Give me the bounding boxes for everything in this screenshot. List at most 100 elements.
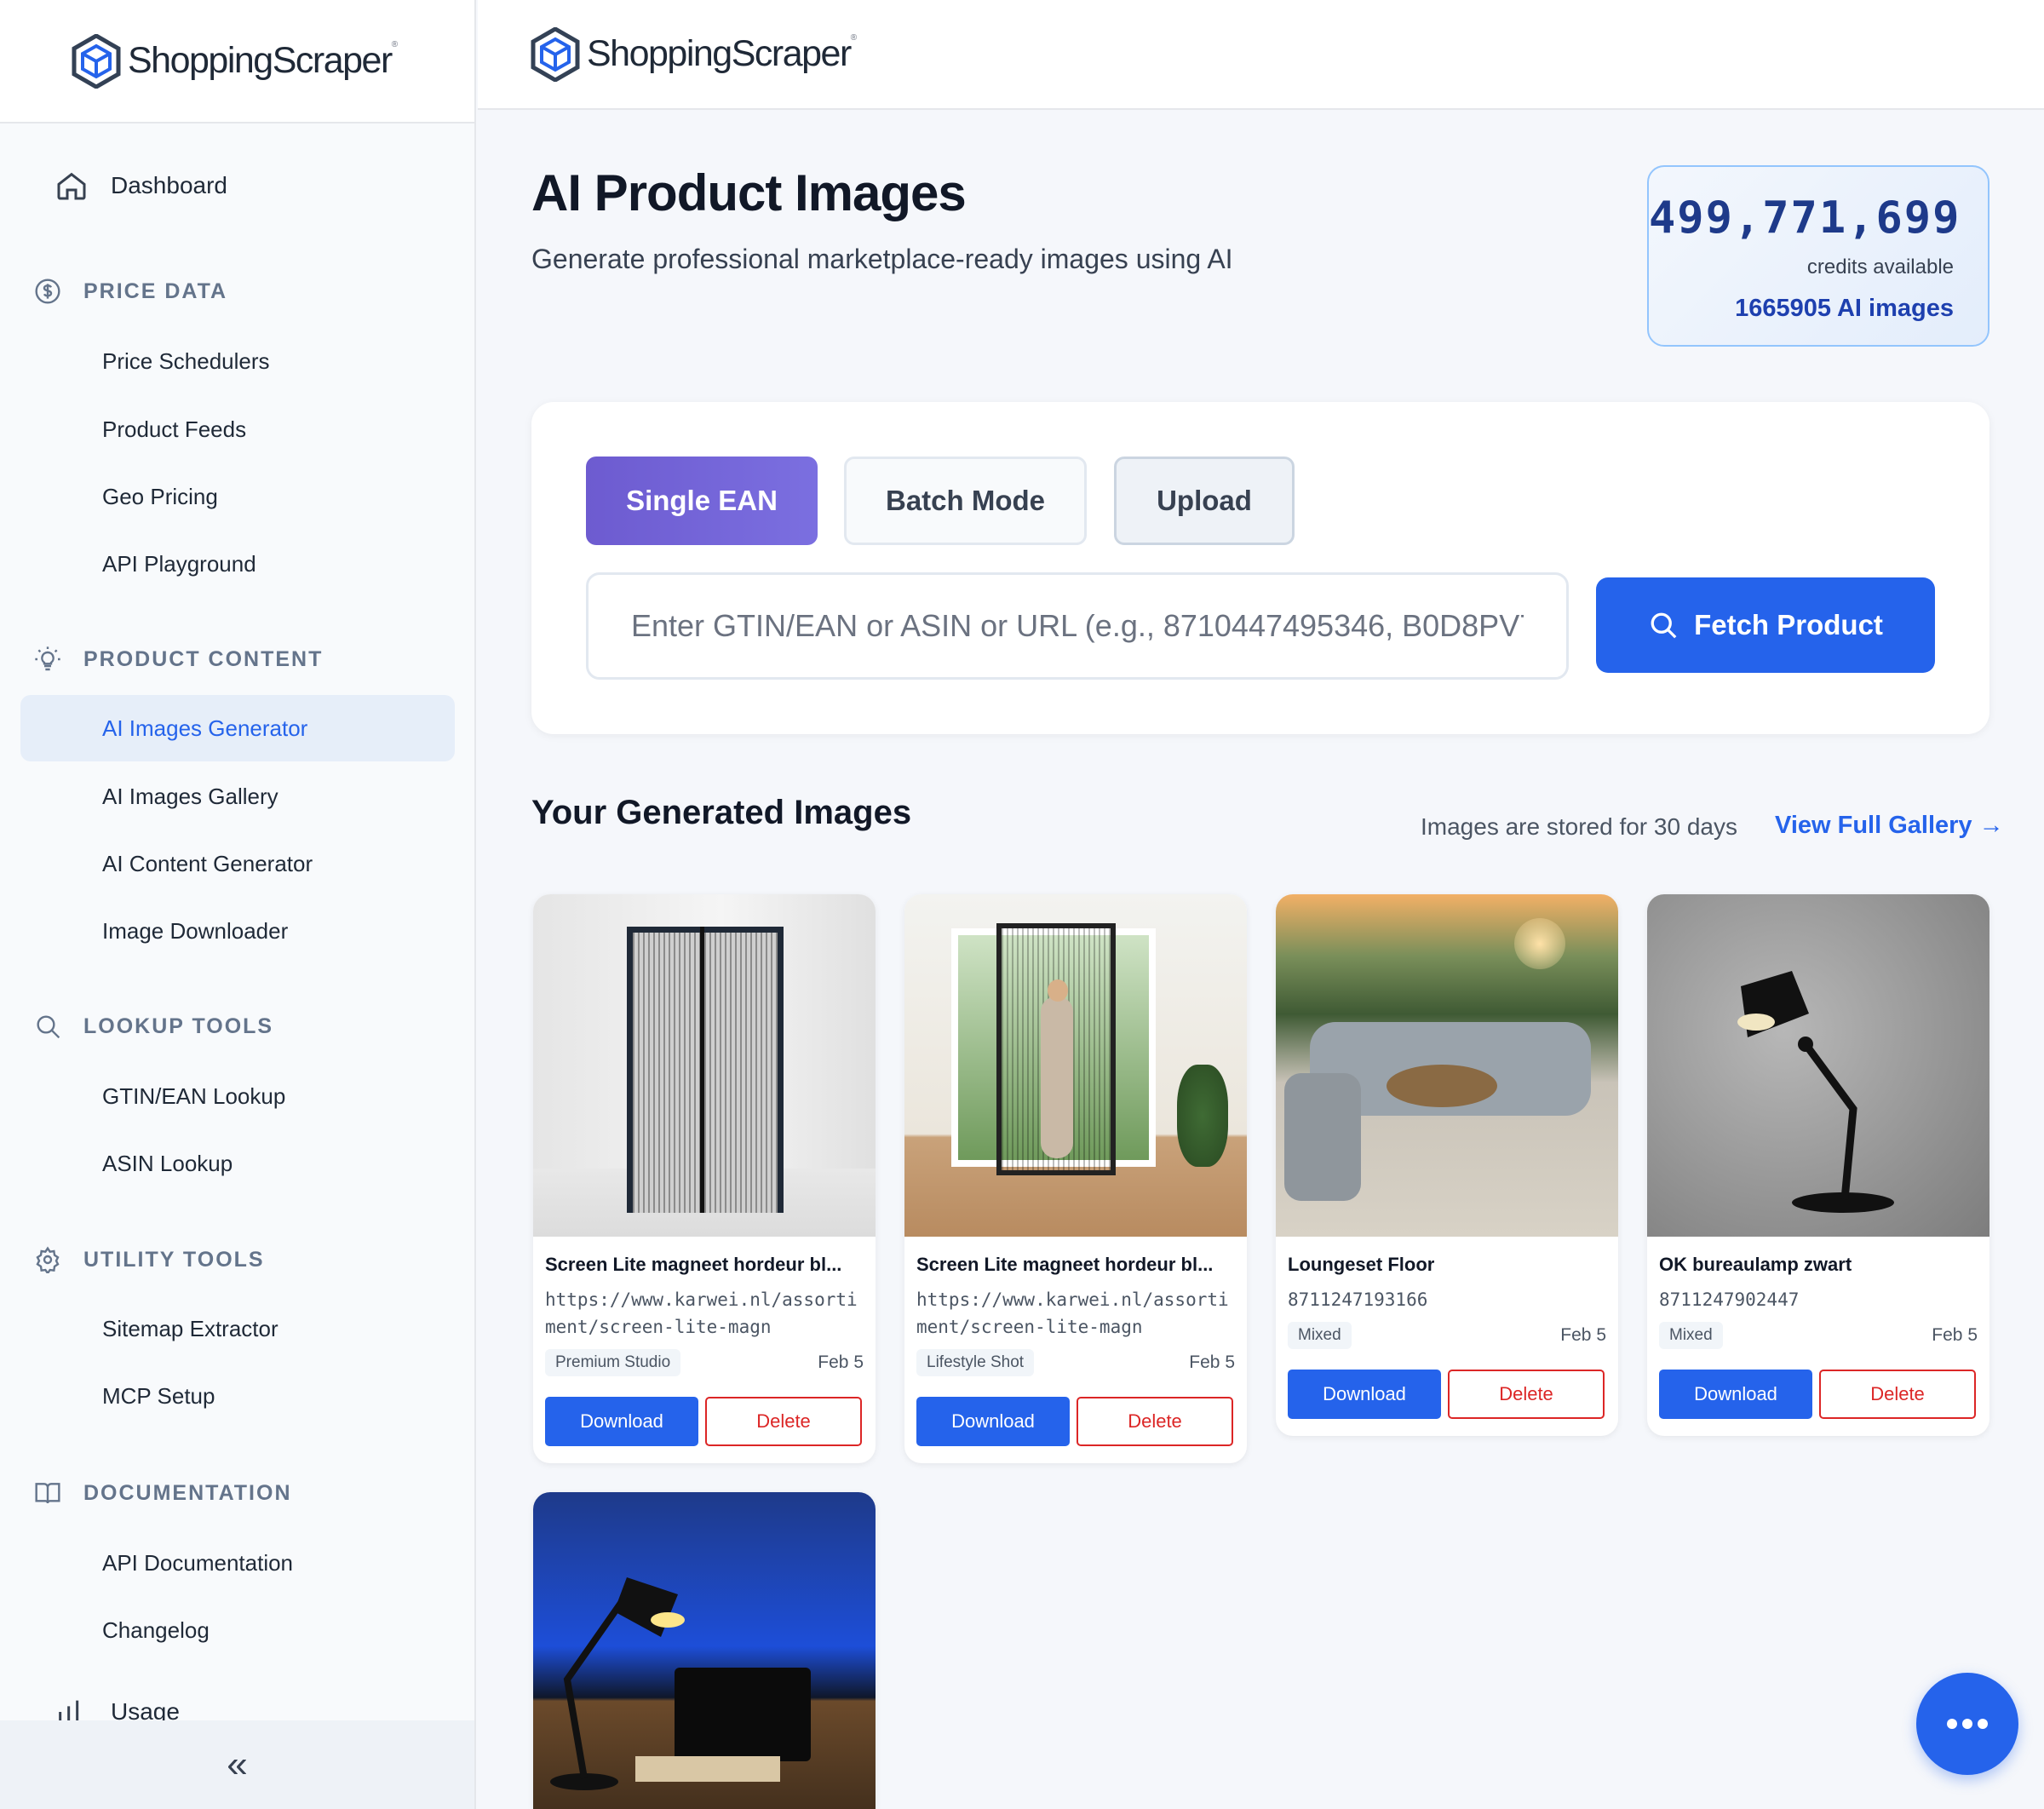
fetch-product-button[interactable]: Fetch Product	[1596, 577, 1935, 673]
card-date: Feb 5	[818, 1352, 864, 1372]
lightbulb-icon	[35, 646, 60, 671]
download-button[interactable]: Download	[1659, 1370, 1812, 1419]
fetch-product-label: Fetch Product	[1694, 609, 1883, 640]
credits-panel: 499,771,699 credits available 1665905 AI…	[1647, 165, 1989, 347]
card-source-url: https://www.karwei.nl/assortiment/screen…	[545, 1289, 858, 1337]
generated-image-card: Screen Lite magneet hordeur bl... https:…	[533, 894, 876, 1463]
book-icon	[35, 1483, 60, 1504]
sidebar-item-label: Geo Pricing	[102, 483, 218, 509]
fetch-product-card: Single EAN Batch Mode Upload Fetch Produ…	[531, 402, 1989, 734]
top-header: ShoppingScraper®	[478, 0, 2044, 110]
view-full-gallery-link[interactable]: View Full Gallery →	[1775, 812, 2004, 840]
card-title: Screen Lite magneet hordeur bl...	[916, 1254, 1214, 1275]
delete-button[interactable]: Delete	[1819, 1370, 1976, 1419]
sidebar-item-label: Image Downloader	[102, 917, 289, 944]
section-title: PRICE DATA	[83, 279, 228, 303]
chat-support-button[interactable]	[1916, 1673, 2018, 1775]
section-utility-tools: UTILITY TOOLS	[34, 1246, 265, 1273]
card-date: Feb 5	[1932, 1325, 1978, 1345]
section-documentation: DOCUMENTATION	[34, 1479, 292, 1507]
sidebar: ShoppingScraper® Dashboard PRICE DATA Pr…	[0, 0, 476, 1809]
sidebar-item-label: Changelog	[102, 1617, 210, 1643]
sidebar-item-label: Dashboard	[111, 172, 227, 198]
brand-logo[interactable]: ShoppingScraper®	[531, 26, 857, 82]
download-button[interactable]: Download	[545, 1397, 698, 1446]
page-title: AI Product Images	[531, 164, 967, 221]
delete-button[interactable]: Delete	[705, 1397, 862, 1446]
ean-search-input[interactable]	[586, 572, 1569, 680]
hexagon-cube-logo-icon	[72, 33, 121, 89]
double-chevron-left-icon: «	[227, 1743, 248, 1785]
product-image-loungeset[interactable]	[1276, 894, 1618, 1237]
sidebar-item-label: AI Images Generator	[102, 715, 308, 741]
card-ean: 8711247902447	[1659, 1289, 1800, 1310]
card-date: Feb 5	[1560, 1325, 1606, 1345]
gear-icon	[36, 1246, 60, 1273]
section-product-content: PRODUCT CONTENT	[34, 646, 323, 673]
brand-logo[interactable]: ShoppingScraper®	[72, 33, 398, 89]
sidebar-item-mcp-setup[interactable]: MCP Setup	[20, 1363, 455, 1429]
search-icon	[37, 1015, 60, 1039]
sidebar-item-product-feeds[interactable]: Product Feeds	[20, 396, 455, 462]
sidebar-item-label: API Documentation	[102, 1549, 294, 1576]
sidebar-item-gtin-ean-lookup[interactable]: GTIN/EAN Lookup	[20, 1063, 455, 1129]
product-image-screen-door-lifestyle[interactable]	[904, 894, 1247, 1237]
collapse-sidebar-button[interactable]: «	[0, 1720, 474, 1809]
product-image-desk-lamp-night[interactable]	[533, 1492, 876, 1809]
generated-image-card	[533, 1492, 876, 1809]
sidebar-item-changelog[interactable]: Changelog	[20, 1597, 455, 1663]
chat-bubble-icon	[1947, 1719, 1988, 1729]
delete-button[interactable]: Delete	[1448, 1370, 1605, 1419]
sidebar-item-sitemap-extractor[interactable]: Sitemap Extractor	[20, 1295, 455, 1362]
tab-batch-mode[interactable]: Batch Mode	[844, 457, 1087, 545]
sidebar-item-asin-lookup[interactable]: ASIN Lookup	[20, 1130, 455, 1197]
tab-upload[interactable]: Upload	[1114, 457, 1295, 545]
sidebar-item-geo-pricing[interactable]: Geo Pricing	[20, 463, 455, 530]
sidebar-logo-area: ShoppingScraper®	[0, 0, 474, 123]
sidebar-item-dashboard[interactable]: Dashboard	[55, 169, 227, 203]
sidebar-item-api-playground[interactable]: API Playground	[20, 531, 455, 597]
sidebar-item-label: Product Feeds	[102, 416, 247, 442]
sidebar-item-label: Sitemap Extractor	[102, 1315, 278, 1341]
download-button[interactable]: Download	[1288, 1370, 1441, 1419]
sidebar-item-label: AI Content Generator	[102, 850, 313, 876]
section-price-data: PRICE DATA	[34, 278, 227, 305]
home-icon	[57, 172, 86, 200]
section-title: UTILITY TOOLS	[83, 1247, 265, 1272]
card-title: Loungeset Floor	[1288, 1254, 1435, 1275]
section-lookup-tools: LOOKUP TOOLS	[34, 1013, 273, 1040]
sidebar-item-ai-images-generator[interactable]: AI Images Generator	[20, 695, 455, 761]
hexagon-cube-logo-icon	[531, 26, 580, 82]
card-source-url: https://www.karwei.nl/assortiment/screen…	[916, 1289, 1229, 1337]
brand-name: ShoppingScraper®	[128, 40, 398, 81]
sidebar-item-image-downloader[interactable]: Image Downloader	[20, 898, 455, 964]
sidebar-item-api-documentation[interactable]: API Documentation	[20, 1530, 455, 1596]
style-badge: Mixed	[1659, 1322, 1723, 1349]
card-title: Screen Lite magneet hordeur bl...	[545, 1254, 842, 1275]
tab-single-ean[interactable]: Single EAN	[586, 457, 818, 545]
sidebar-item-label: ASIN Lookup	[102, 1150, 233, 1176]
card-title: OK bureaulamp zwart	[1659, 1254, 1852, 1275]
sidebar-item-ai-images-gallery[interactable]: AI Images Gallery	[20, 763, 455, 830]
delete-button[interactable]: Delete	[1077, 1397, 1233, 1446]
search-icon	[1651, 612, 1677, 639]
section-title: PRODUCT CONTENT	[83, 646, 324, 671]
credits-label: credits available	[1806, 256, 1954, 279]
sidebar-item-label: GTIN/EAN Lookup	[102, 1083, 286, 1109]
sidebar-item-ai-content-generator[interactable]: AI Content Generator	[20, 830, 455, 897]
sidebar-item-price-schedulers[interactable]: Price Schedulers	[20, 328, 455, 394]
style-badge: Premium Studio	[545, 1349, 681, 1376]
sidebar-item-label: MCP Setup	[102, 1382, 215, 1409]
generated-image-card: OK bureaulamp zwart 8711247902447 Mixed …	[1647, 894, 1989, 1436]
product-image-desk-lamp[interactable]	[1647, 894, 1989, 1237]
download-button[interactable]: Download	[916, 1397, 1070, 1446]
dollar-circle-icon	[35, 279, 60, 304]
generated-image-card: Screen Lite magneet hordeur bl... https:…	[904, 894, 1247, 1463]
ai-images-count: 1665905 AI images	[1735, 295, 1954, 322]
sidebar-item-label: AI Images Gallery	[102, 783, 278, 809]
style-badge: Mixed	[1288, 1322, 1352, 1349]
generated-image-card: Loungeset Floor 8711247193166 Mixed Feb …	[1276, 894, 1618, 1436]
product-image-screen-door-studio[interactable]	[533, 894, 876, 1237]
card-date: Feb 5	[1189, 1352, 1235, 1372]
desk-lamp-illustration	[1737, 971, 1894, 1213]
